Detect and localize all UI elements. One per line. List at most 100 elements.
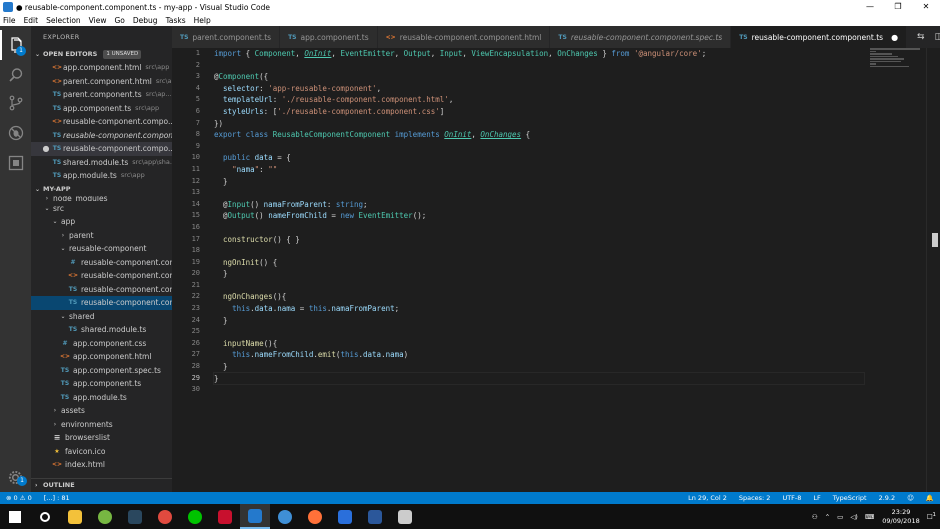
menu-debug[interactable]: Debug <box>133 16 158 25</box>
open-editor-item[interactable]: <> reusable-component.compo... <box>31 115 172 129</box>
open-editor-item[interactable]: <>parent.component.htmlsrc\ap... <box>31 75 172 89</box>
open-editor-item[interactable]: TS reusable-component.compon... <box>31 129 172 143</box>
tree-file[interactable]: TSreusable-component.comp... <box>31 296 172 310</box>
code-line[interactable]: selector: 'app-reusable-component', <box>214 83 864 95</box>
code-line[interactable]: } <box>214 176 864 188</box>
volume-icon[interactable]: ◁) <box>850 513 858 521</box>
tree-folder[interactable]: ⌄ src <box>31 202 172 216</box>
taskbar-word-button[interactable] <box>360 504 390 529</box>
taskbar-windows-start-button[interactable] <box>0 504 30 529</box>
tree-file[interactable]: <> index.html <box>31 458 172 472</box>
code-line[interactable]: @Component({ <box>214 71 864 83</box>
debug-activity-button[interactable] <box>0 118 31 148</box>
taskbar-file-explorer-button[interactable] <box>60 504 90 529</box>
code-line[interactable]: this.data.nama = this.namaFromParent; <box>214 303 864 315</box>
taskbar-line-button[interactable] <box>180 504 210 529</box>
code-line[interactable]: styleUrls: ['./reusable-component.compon… <box>214 106 864 118</box>
taskbar-bittorrent-button[interactable] <box>90 504 120 529</box>
code-line[interactable]: templateUrl: './reusable-component.compo… <box>214 94 864 106</box>
editor-tab[interactable]: TS reusable-component.component.spec.ts <box>550 26 732 48</box>
tree-file[interactable]: <> app.component.html <box>31 350 172 364</box>
action-center-icon[interactable]: ☐1 <box>927 512 936 521</box>
code-line[interactable]: @Output() nameFromChild = new EventEmitt… <box>214 210 864 222</box>
menu-tasks[interactable]: Tasks <box>166 16 186 25</box>
tree-file[interactable]: ★ favicon.ico <box>31 445 172 459</box>
encoding-status[interactable]: UTF-8 <box>782 494 801 502</box>
tree-folder[interactable]: ⌄ shared <box>31 310 172 324</box>
people-icon[interactable]: ⚇ <box>812 513 818 521</box>
open-editor-item[interactable]: TS shared.module.ts src\app\sha... <box>31 156 172 170</box>
code-line[interactable] <box>214 60 864 72</box>
open-editors-header[interactable]: ⌄ OPEN EDITORS 1 UNSAVED <box>31 48 172 61</box>
taskbar-chrome-button[interactable] <box>150 504 180 529</box>
extensions-activity-button[interactable] <box>0 148 31 178</box>
code-line[interactable] <box>214 326 864 338</box>
close-button[interactable]: ✕ <box>912 0 940 14</box>
menu-file[interactable]: File <box>3 16 16 25</box>
tree-file[interactable]: TS app.component.spec.ts <box>31 364 172 378</box>
code-line[interactable] <box>214 222 864 234</box>
taskbar-opera-mail-button[interactable] <box>210 504 240 529</box>
code-line[interactable] <box>214 384 864 396</box>
open-editor-item[interactable]: ● TS reusable-component.compo... <box>31 142 172 156</box>
outline-section[interactable]: › OUTLINE <box>31 478 172 492</box>
editor-tab[interactable]: TS parent.component.ts <box>172 26 281 48</box>
eol-status[interactable]: LF <box>813 494 820 502</box>
my-app-header[interactable]: ⌄ MY-APP <box>31 183 172 196</box>
problems-status[interactable]: ⊗ 0 ⚠ 0 <box>6 494 32 502</box>
open-editor-item[interactable]: TS parent.component.ts src\ap... <box>31 88 172 102</box>
editor-tab[interactable]: TS reusable-component.component.ts ● <box>731 26 908 48</box>
tree-file[interactable]: TS app.component.ts <box>31 377 172 391</box>
unsaved-dot-icon[interactable]: ● <box>41 142 51 156</box>
explorer-activity-button[interactable]: 1 <box>0 30 31 60</box>
tree-file[interactable]: <>reusable-component.comp... <box>31 269 172 283</box>
open-changes-icon[interactable]: ⇆ <box>917 32 925 42</box>
tree-file[interactable]: ≡ browserslist <box>31 431 172 445</box>
code-line[interactable]: ngOnInit() { <box>214 257 864 269</box>
code-line[interactable]: import { Component, OnInit, EventEmitter… <box>214 48 864 60</box>
code-line[interactable] <box>214 141 864 153</box>
tree-file[interactable]: # app.component.css <box>31 337 172 351</box>
taskbar-maps-button[interactable] <box>330 504 360 529</box>
open-editor-item[interactable]: TS app.component.ts src\app <box>31 102 172 116</box>
tree-folder[interactable]: ⌄ app <box>31 215 172 229</box>
open-editor-item[interactable]: TS app.module.ts src\app <box>31 169 172 183</box>
code-line[interactable]: public data = { <box>214 152 864 164</box>
menu-selection[interactable]: Selection <box>46 16 81 25</box>
tree-file[interactable]: # reusable-component.comp... <box>31 256 172 270</box>
tree-folder[interactable]: › parent <box>31 229 172 243</box>
indentation-status[interactable]: Spaces: 2 <box>739 494 771 502</box>
selection-status[interactable]: [...] : 81 <box>44 494 70 502</box>
minimize-button[interactable]: — <box>856 0 884 14</box>
code-line[interactable]: inputName(){ <box>214 338 864 350</box>
taskbar-steam-button[interactable] <box>120 504 150 529</box>
code-line[interactable] <box>214 187 864 199</box>
typescript-version[interactable]: 2.9.2 <box>879 494 896 502</box>
taskbar-terminal-button[interactable] <box>390 504 420 529</box>
clock[interactable]: 23:29 09/09/2018 <box>882 508 919 526</box>
taskbar-search-button[interactable] <box>30 504 60 529</box>
settings-activity-button[interactable]: 1 <box>0 462 31 492</box>
code-line[interactable]: ngOnChanges(){ <box>214 291 864 303</box>
split-editor-icon[interactable]: ◫ <box>935 32 940 42</box>
menu-go[interactable]: Go <box>114 16 124 25</box>
feedback-smiley-icon[interactable]: ☺ <box>907 494 914 502</box>
menu-edit[interactable]: Edit <box>24 16 39 25</box>
tree-file[interactable]: TS shared.module.ts <box>31 323 172 337</box>
tray-chevron-up-icon[interactable]: ⌃ <box>825 513 830 521</box>
vertical-scrollbar[interactable] <box>926 48 940 492</box>
code-line[interactable]: "nama": "" <box>214 164 864 176</box>
code-line[interactable] <box>214 245 864 257</box>
open-editor-item[interactable]: <> app.component.html src\app <box>31 61 172 75</box>
code-line[interactable]: this.nameFromChild.emit(this.data.nama) <box>214 349 864 361</box>
menu-view[interactable]: View <box>89 16 107 25</box>
scrollbar-thumb[interactable] <box>932 233 938 247</box>
code-editor[interactable]: 1 2 3 4 5 6 7 8 9 10 11 12 13 14 15 16 17 18 19 20 21 22 23 24 2… <box>172 48 940 492</box>
tree-file[interactable]: TS app.module.ts <box>31 391 172 405</box>
menu-help[interactable]: Help <box>194 16 211 25</box>
code-line[interactable]: } <box>213 371 865 386</box>
code-line[interactable]: export class ReusableComponentComponent … <box>214 129 864 141</box>
notifications-bell-icon[interactable]: 🔔 <box>926 494 934 502</box>
code-lines[interactable]: import { Component, OnInit, EventEmitter… <box>213 48 865 396</box>
tree-file[interactable]: TSreusable-component.comp... <box>31 283 172 297</box>
